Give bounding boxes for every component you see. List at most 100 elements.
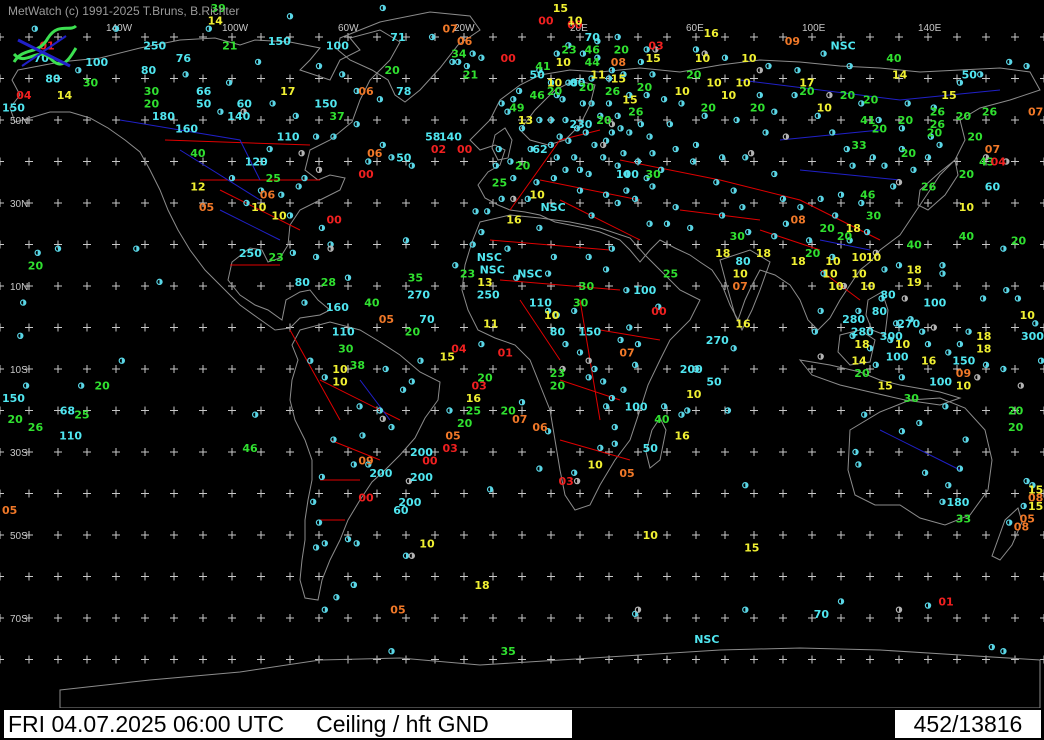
observation-value: 100	[625, 400, 648, 413]
observation-value: 20	[863, 93, 879, 106]
observation-value: 10	[588, 458, 604, 471]
observation-value: 110	[59, 429, 82, 442]
world-map: 140W 100W 60W 20W 20E 60E 100E 140E50N30N10N10S…	[0, 0, 1044, 708]
observation-value: 03	[443, 442, 458, 455]
observation-value: 66	[196, 85, 212, 98]
observation-value: 05	[199, 201, 214, 214]
observation-value: 50	[396, 151, 412, 164]
observation-value: 160	[175, 122, 198, 135]
observation-value: 07	[512, 413, 527, 426]
observation-value: 00	[651, 305, 667, 318]
observation-value: 12	[190, 180, 205, 193]
observation-value: 20	[837, 230, 853, 243]
observation-value: NSC	[477, 251, 502, 264]
latitude-label: 10N	[10, 282, 28, 293]
observation-value: 10	[860, 280, 876, 293]
observation-value: 07	[619, 346, 634, 359]
observation-value: 11	[483, 317, 498, 330]
observation-value: 200	[680, 363, 703, 376]
observation-value: 06	[532, 421, 548, 434]
observation-value: 09	[956, 367, 971, 380]
observation-value: 200	[369, 467, 392, 480]
observation-value: 04	[16, 89, 32, 102]
observation-value: 10	[271, 209, 287, 222]
observation-value: 110	[332, 326, 355, 339]
observation-value: 15	[622, 93, 637, 106]
observation-value: 09	[785, 35, 800, 48]
observation-value: 20	[927, 126, 943, 139]
observation-value: 270	[897, 317, 920, 330]
observation-value: 20	[95, 380, 111, 393]
observation-value: 25	[492, 176, 507, 189]
observation-value: 26	[628, 106, 644, 119]
observation-value: 300	[1021, 330, 1044, 343]
observation-value: 80	[872, 305, 888, 318]
observation-value: 15	[553, 2, 568, 15]
observation-value: 20	[820, 222, 836, 235]
observation-value: 10	[721, 89, 737, 102]
observation-value: 250	[143, 39, 166, 52]
observation-value: 44	[585, 56, 601, 69]
observation-value: 05	[619, 467, 634, 480]
observation-value: 06	[457, 35, 473, 48]
observation-value: 20	[959, 168, 975, 181]
observation-value: 150	[578, 326, 601, 339]
observation-value: 70	[814, 608, 830, 621]
observation-value: 270	[706, 334, 729, 347]
observation-value: 10	[686, 388, 702, 401]
observation-value: 230	[570, 118, 593, 131]
observation-value: 10	[251, 201, 267, 214]
observation-value: 23	[460, 268, 475, 281]
observation-value: 05	[2, 504, 17, 517]
observation-value: 40	[886, 52, 902, 65]
observation-value: 18	[474, 579, 489, 592]
longitude-label: 140E	[918, 23, 942, 34]
observation-value: 06	[358, 85, 374, 98]
observation-value: 15	[878, 380, 893, 393]
observation-value: 110	[529, 297, 552, 310]
observation-value: 10	[544, 309, 560, 322]
observation-value: 20	[405, 326, 421, 339]
observation-value: 10	[822, 268, 838, 281]
observation-value: 71	[390, 31, 405, 44]
observation-value: 19	[907, 276, 922, 289]
observation-value: 13	[518, 114, 533, 127]
observation-value: 20	[701, 102, 717, 115]
observation-value: 100	[923, 297, 946, 310]
observation-value: 40	[364, 297, 380, 310]
observation-value: 07	[985, 143, 1000, 156]
observation-value: 150	[2, 392, 25, 405]
observation-value: 100	[929, 375, 952, 388]
observation-value: 11	[590, 68, 605, 81]
observation-value: 80	[550, 326, 566, 339]
observation-value: 70	[419, 313, 435, 326]
observation-value: 26	[930, 106, 946, 119]
observation-value: 01	[938, 595, 953, 608]
observation-value: 30	[646, 168, 662, 181]
observation-value: 26	[921, 180, 937, 193]
observation-value: 68	[60, 405, 75, 418]
observation-value: 150	[2, 102, 25, 115]
observation-value: 26	[982, 106, 998, 119]
observation-value: 14	[851, 355, 867, 368]
observation-value: 30	[730, 230, 746, 243]
observation-value: 10	[419, 537, 435, 550]
observation-value: 10	[556, 56, 572, 69]
observation-value: 20	[515, 160, 531, 173]
observation-value: 18	[976, 342, 991, 355]
observation-value: 30	[579, 280, 595, 293]
observation-value: 40	[959, 230, 975, 243]
observation-value: 20	[550, 380, 566, 393]
status-datetime-product: FRI 04.07.2025 06:00 UTC Ceiling / hft G…	[4, 710, 572, 738]
observation-value: 10	[706, 77, 722, 90]
observation-value: 50	[530, 68, 546, 81]
observation-value: 10	[959, 201, 975, 214]
observation-value: 120	[245, 156, 268, 169]
observation-value: 20	[8, 413, 24, 426]
observation-value: 15	[440, 351, 455, 364]
observation-value: 00	[538, 14, 554, 27]
observation-value: 00	[358, 168, 374, 181]
observation-value: 20	[547, 85, 563, 98]
observation-value: 00	[457, 143, 473, 156]
observation-value: 23	[550, 367, 565, 380]
